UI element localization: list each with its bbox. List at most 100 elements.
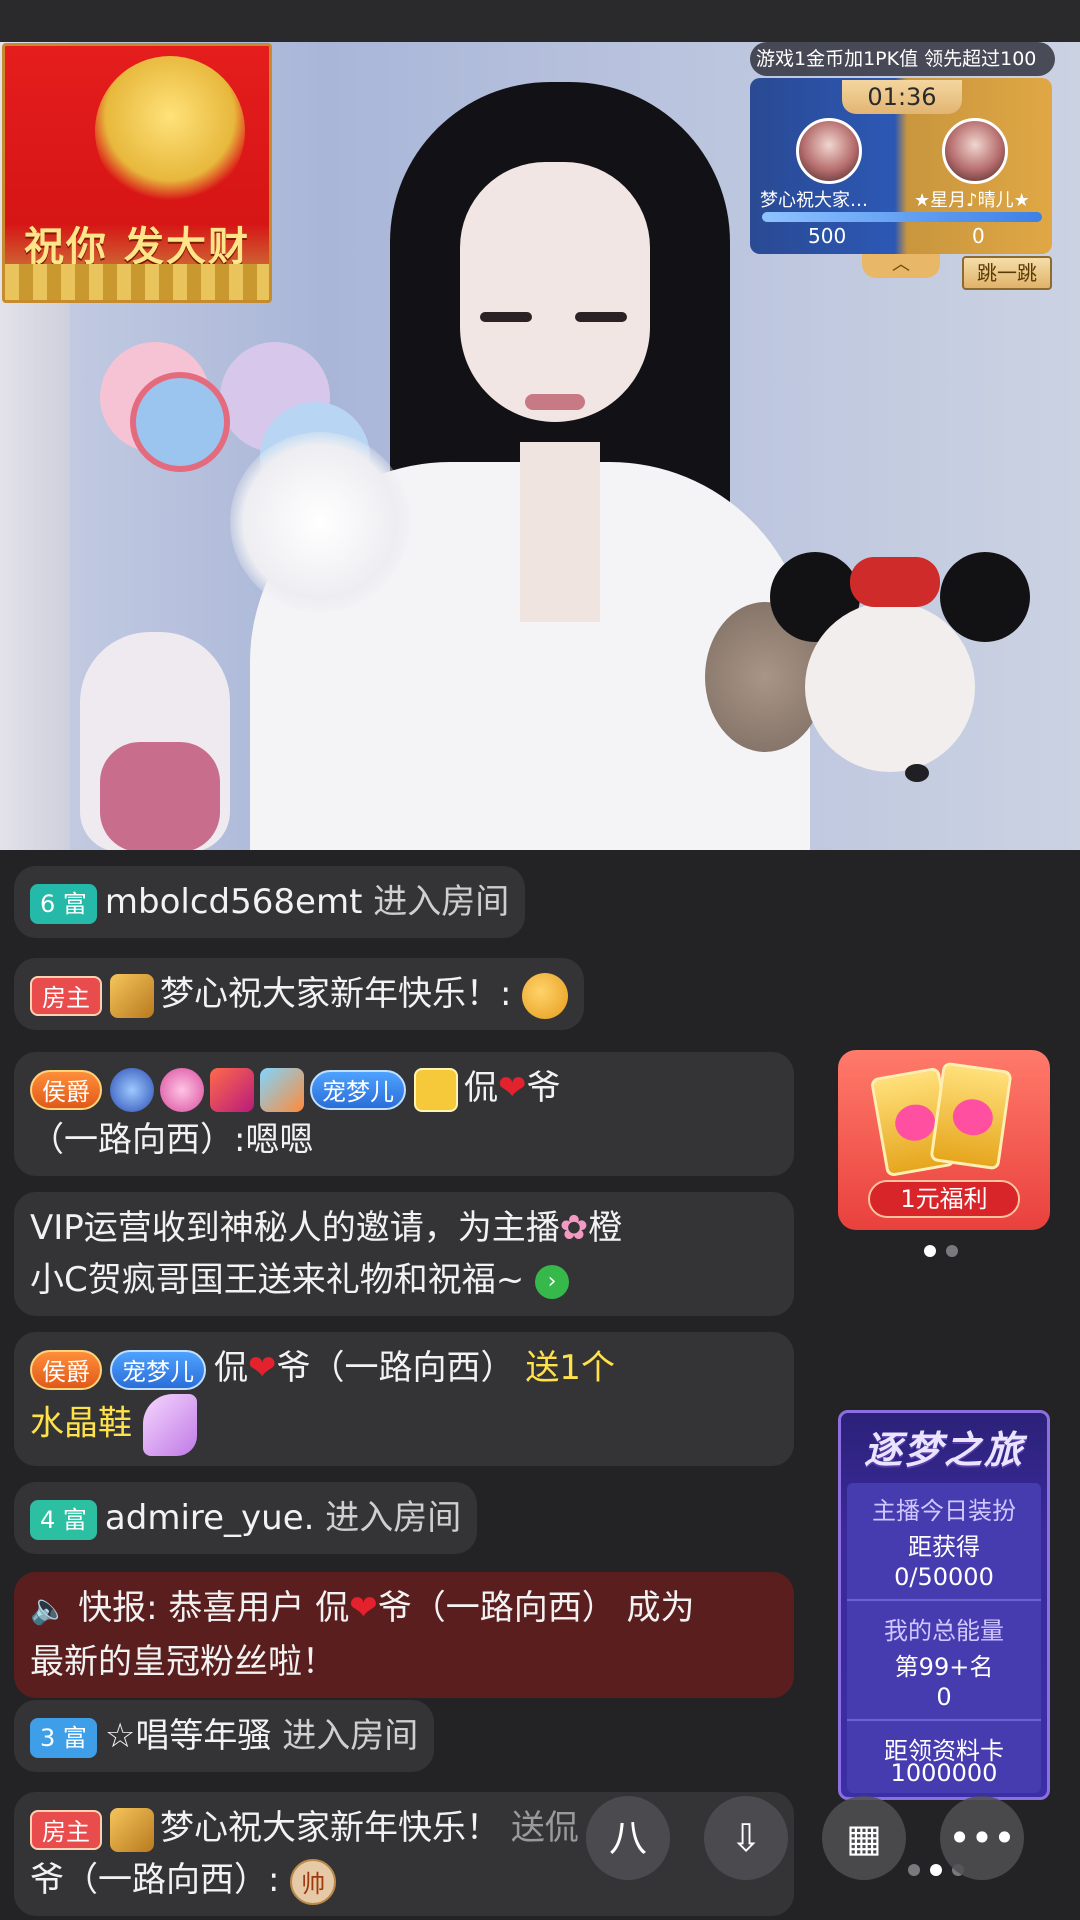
cards-icon [869,1061,1013,1178]
member-card-icon [414,1067,458,1112]
chat-user[interactable]: mbolcd568emt [105,882,363,922]
chat-user[interactable]: ☆唱等年骚 [105,1716,271,1756]
system-text: 橙 [588,1208,623,1248]
pk-left-score: 500 [808,224,847,248]
eye [480,312,532,322]
go-arrow-icon[interactable]: › [535,1264,570,1299]
chat-action: 进入房间 [282,1716,419,1756]
pager-dot [946,1245,958,1257]
apps-button[interactable]: ▦ [822,1796,906,1880]
grid-icon: ▦ [846,1816,882,1860]
cube-icon [260,1067,304,1112]
dream-body: 主播今日装扮 距获得 0/50000 我的总能量 第99+名 0 距领资料卡 1… [847,1483,1041,1793]
marquis-badge: 侯爵 [30,1069,102,1110]
pk-right-avatar[interactable] [942,118,1008,184]
news-flash[interactable]: 🔈 快报: 恭喜用户 侃❤爷（一路向西） 成为 最新的皇冠粉丝啦！ [14,1572,794,1698]
pk-left-name: 梦心祝大家… [760,190,868,211]
welfare-label: 1元福利 [868,1180,1020,1218]
gift-name: 水晶鞋 [30,1403,132,1444]
chat-message[interactable]: 侯爵 宠梦儿 侃❤爷（一路向西） 送1个 水晶鞋 [14,1332,794,1466]
chat-user[interactable]: 爷 [527,1068,561,1108]
chat-user[interactable]: 爷（一路向西） [277,1348,515,1388]
status-strip [0,0,1080,42]
money-tree-icon [95,56,245,206]
welfare-pager [924,1245,958,1257]
dream-line: 1000000 [890,1759,998,1787]
eye [575,312,627,322]
pk-right-name: ★星月♪晴儿★ [914,190,1030,211]
dream-line: 距获得 [908,1533,980,1561]
chat-user[interactable]: admire_yue. [105,1498,315,1538]
pager-dot [930,1864,942,1876]
chat-user[interactable]: 梦心祝大家新年快乐！ [160,1808,500,1848]
pk-timer: 01:36 [842,80,962,114]
gold-coins [5,264,269,300]
system-text: VIP运营收到神秘人的邀请，为主播 [30,1208,560,1248]
host-badge: 房主 [30,975,102,1016]
system-text: 小C贺疯哥国王送来礼物和祝福~ [30,1260,525,1300]
pk-collapse-toggle[interactable]: ︿ [862,254,940,278]
download-icon: ⇩ [730,1816,762,1860]
chat-content: 送侃 [510,1808,579,1848]
pk-jump-button[interactable]: 跳一跳 [962,256,1052,290]
chat-message[interactable]: 4 富 admire_yue. 进入房间 [14,1482,478,1554]
fan-club-badge: 宠梦儿 [310,1069,406,1110]
gift-text: 送1个 [525,1348,615,1388]
wealth-badge: 4 富 [30,1499,97,1540]
coat-fur [230,432,410,612]
chat-action: 进入房间 [373,882,510,922]
chat-user[interactable]: 爷（一路向西）: [30,1860,279,1900]
heart-icon: ❤ [498,1068,527,1108]
balloon [130,372,230,472]
chat-message[interactable]: VIP运营收到神秘人的邀请，为主播✿橙 小C贺疯哥国王送来礼物和祝福~ › [14,1192,794,1316]
gem-icon [110,1067,154,1112]
chat-action: 进入房间 [325,1498,462,1538]
heart-icon: ❤ [349,1588,378,1628]
more-button[interactable]: ••• [940,1796,1024,1880]
download-button[interactable]: ⇩ [704,1796,788,1880]
streamer-neck [520,442,600,622]
pink-medal-icon [160,1067,204,1112]
host-badge: 房主 [30,1809,102,1850]
dream-line: 0/50000 [894,1563,994,1591]
chat-message[interactable]: 房主 梦心祝大家新年快乐！: [14,958,585,1030]
dream-line: 主播今日装扮 [872,1497,1016,1525]
minnie-bow [850,557,940,607]
chat-message[interactable]: 房主 梦心祝大家新年快乐！ 送侃 爷（一路向西）: 帅 [14,1792,794,1916]
dream-line: 第99+名 [894,1653,994,1681]
coin-badge-icon: 帅 [290,1858,337,1905]
chat-user[interactable]: （一路向西）: [30,1120,245,1160]
minnie-ear [940,552,1030,642]
dream-journey-panel[interactable]: 逐梦之旅 主播今日装扮 距获得 0/50000 我的总能量 第99+名 0 距领… [838,1410,1050,1800]
level-icon [110,1807,154,1852]
chat-message[interactable]: 侯爵 宠梦儿 侃❤爷 （一路向西）:嗯嗯 [14,1052,794,1176]
chat-user[interactable]: 梦心祝大家新年快乐！: [160,974,511,1014]
speaker-icon: 🔈 [30,1592,68,1627]
dream-title: 逐梦之旅 [863,1428,1024,1472]
minnie-nose [905,764,929,782]
chat-user[interactable]: 侃 [214,1348,248,1388]
news-text: 爷（一路向西） 成为 [377,1588,695,1628]
news-text: 最新的皇冠粉丝啦！ [30,1642,336,1682]
fan-club-badge: 宠梦儿 [110,1349,206,1390]
share-button[interactable]: ⼋ [586,1796,670,1880]
heart-icon: ❤ [248,1348,277,1388]
dream-line: 我的总能量 [884,1617,1004,1645]
chat-user[interactable]: 侃 [464,1068,498,1108]
pk-right-score: 0 [972,224,985,248]
marquis-badge: 侯爵 [30,1349,102,1390]
lips [525,394,585,410]
treasure-icon [210,1067,254,1112]
chat-message[interactable]: 3 富 ☆唱等年骚 进入房间 [14,1700,435,1772]
pk-left-avatar[interactable] [796,118,862,184]
pray-emoji-icon [522,972,569,1019]
pk-rule-banner: 游戏1金币加1PK值 领先超过100 [750,42,1055,76]
pager-dot [924,1245,936,1257]
minnie-plush [805,602,975,772]
welfare-banner[interactable]: 1元福利 [838,1050,1050,1230]
dream-line: 0 [936,1683,952,1711]
streamer-face [460,162,650,422]
pk-panel[interactable]: 游戏1金币加1PK值 领先超过100 01:36 梦心祝大家… ★星月♪晴儿★ … [750,42,1055,292]
chat-message[interactable]: 6 富 mbolcd568emt 进入房间 [14,866,526,938]
fortune-sticker: 祝你 发大财 [2,43,272,303]
